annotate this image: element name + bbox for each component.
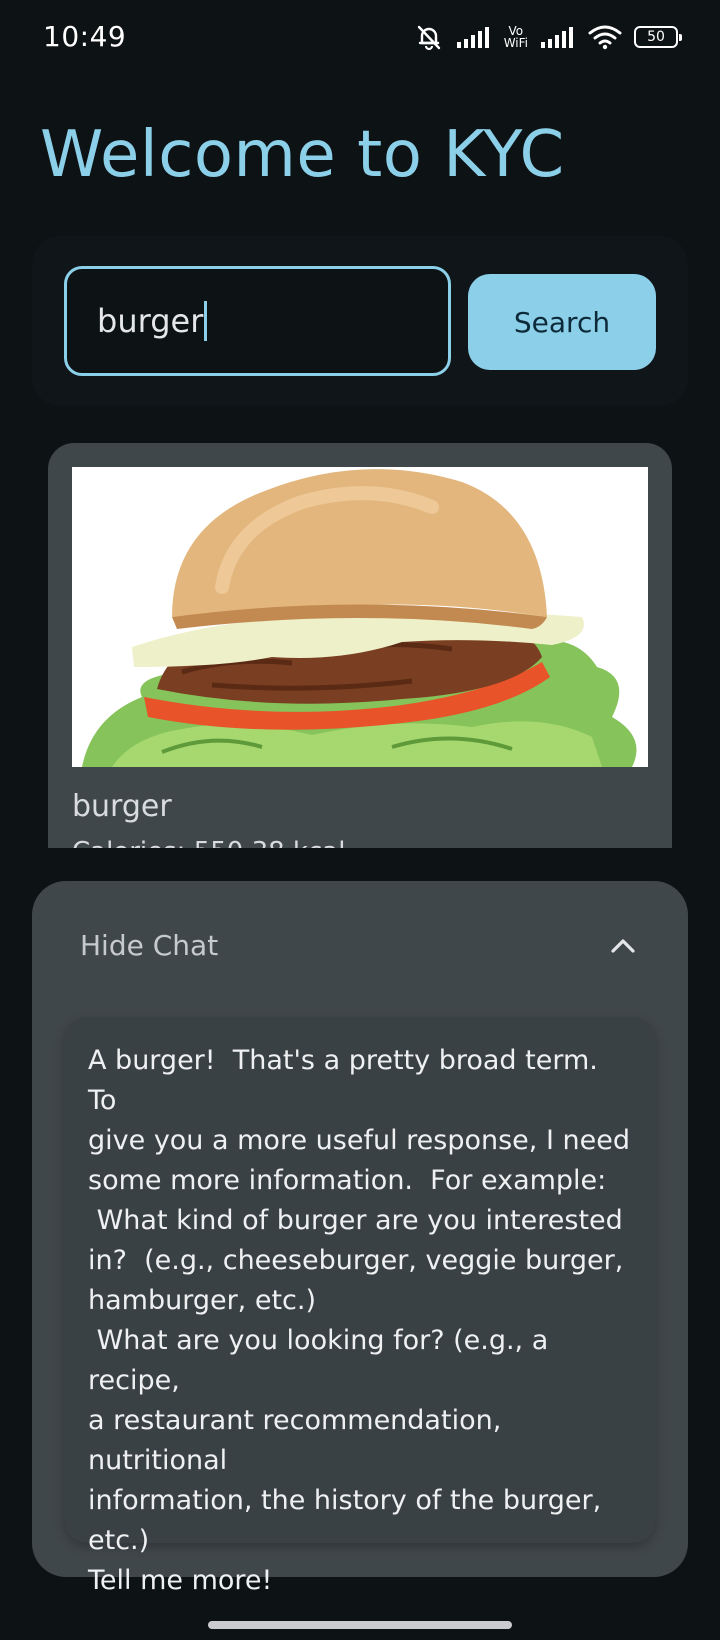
chat-message-text: A burger! That's a pretty broad term. To… (88, 1041, 632, 1601)
chat-line: What are you looking for? (e.g., a recip… (88, 1325, 557, 1396)
status-bar: 10:49 Vo WiFi 50 (0, 0, 720, 80)
search-button[interactable]: Search (468, 274, 656, 370)
chat-line: A burger! That's a pretty broad term. To (88, 1045, 607, 1116)
chat-line: a restaurant recommendation, nutritional (88, 1405, 510, 1476)
chat-line: Tell me more! (88, 1565, 273, 1596)
chevron-up-icon[interactable] (608, 931, 638, 965)
signal-icon (540, 25, 576, 49)
result-card[interactable]: burger Calories: 550.38 kcal (48, 443, 672, 848)
text-cursor (204, 301, 208, 341)
chat-message: A burger! That's a pretty broad term. To… (64, 1017, 656, 1596)
chat-panel: Hide Chat A burger! That's a pretty broa… (32, 881, 688, 1596)
wifi-icon (588, 24, 622, 50)
search-panel: burger Search (32, 236, 688, 406)
battery-icon: 50 (634, 26, 682, 48)
food-calories: Calories: 550.38 kcal (72, 837, 345, 848)
chat-line: give you a more useful response, I need (88, 1125, 630, 1156)
food-name: burger (72, 789, 172, 824)
bell-muted-icon (414, 22, 444, 52)
search-input-value: burger (97, 302, 204, 340)
home-indicator[interactable] (208, 1621, 512, 1629)
search-input[interactable]: burger (64, 266, 451, 376)
chat-line: hamburger, etc.) (88, 1285, 317, 1316)
chat-toggle[interactable]: Hide Chat (32, 881, 688, 1015)
chat-line: What kind of burger are you interested (88, 1205, 623, 1236)
battery-level: 50 (647, 29, 665, 45)
signal-icon (456, 25, 492, 49)
status-time: 10:49 (43, 20, 127, 53)
status-icons: Vo WiFi 50 (414, 22, 682, 52)
chat-toggle-label: Hide Chat (80, 929, 219, 962)
page-title: Welcome to KYC (40, 118, 565, 192)
app-screen: 10:49 Vo WiFi 50 Welcome to KYC burger S… (0, 0, 720, 1640)
chat-line: etc.) (88, 1525, 150, 1556)
volte-wifi-icon: Vo WiFi (503, 24, 528, 50)
chat-line: some more information. For example: (88, 1165, 607, 1196)
chat-line: in? (e.g., cheeseburger, veggie burger, (88, 1245, 624, 1276)
burger-image (72, 467, 648, 767)
chat-line: information, the history of the burger, (88, 1485, 602, 1516)
